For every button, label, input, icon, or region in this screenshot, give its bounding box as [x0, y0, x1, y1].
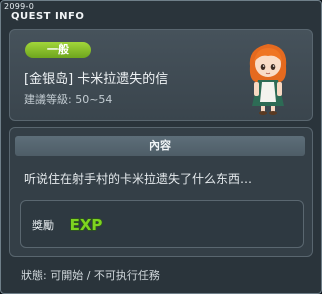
window-title: QUEST INFO: [11, 11, 85, 22]
version-label: 2099-0: [4, 2, 35, 11]
exp-icon: EXP: [69, 215, 103, 234]
quest-info-window: 2099-0 QUEST INFO 一般 [金银岛] 卡米拉遗失的信 建議等級:…: [0, 0, 322, 294]
exp-icon-text: EXP: [70, 216, 103, 234]
content-section-header: 內容: [15, 136, 305, 156]
quest-status: 狀態: 可開始 / 不可执行任務: [21, 269, 160, 282]
quest-content-panel: 內容 听说住在射手村的卡米拉遗失了什么东西… 獎勵 EXP: [9, 127, 313, 257]
quest-header-panel: 一般 [金银岛] 卡米拉遗失的信 建議等級: 50~54: [9, 29, 313, 121]
recommended-level: 建議等級: 50~54: [24, 93, 113, 106]
quest-name: [金银岛] 卡米拉遗失的信: [24, 72, 169, 87]
reward-label: 獎勵: [32, 219, 54, 232]
quest-description: 听说住在射手村的卡米拉遗失了什么东西…: [24, 172, 253, 186]
npc-portrait: [249, 44, 287, 115]
reward-box: 獎勵 EXP: [20, 200, 304, 248]
quest-category-badge: 一般: [25, 42, 91, 58]
